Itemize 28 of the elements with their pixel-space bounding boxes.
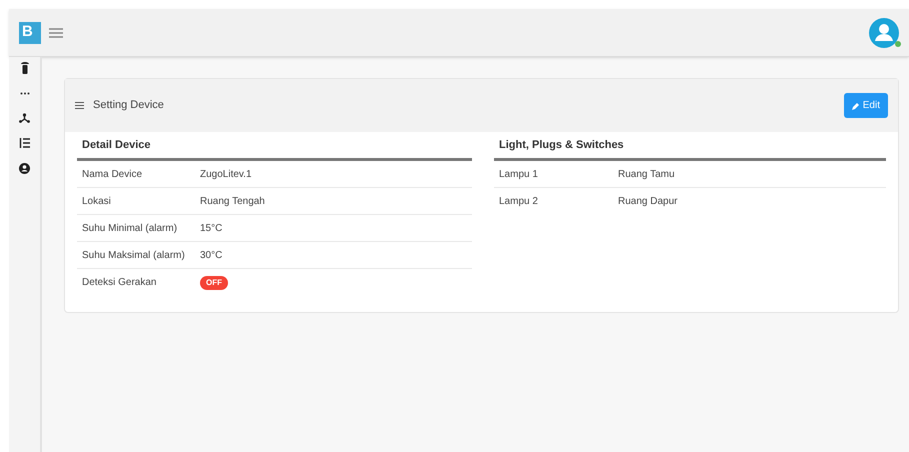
- user-icon[interactable]: [19, 162, 30, 174]
- row-value: Ruang Dapur: [618, 195, 678, 209]
- remote-icon[interactable]: [20, 62, 28, 74]
- menu-icon: [75, 102, 84, 109]
- row-label: Lampu 2: [499, 195, 539, 209]
- row-label: Lampu 1: [499, 168, 539, 182]
- row-label: Lokasi: [82, 194, 112, 208]
- row-value: Ruang Tamu: [618, 168, 675, 182]
- row-label: Nama Device: [82, 168, 144, 182]
- menu-icon[interactable]: [49, 28, 63, 38]
- row-label: Deteksi Gerakan: [82, 276, 158, 290]
- row-value: 15°C: [200, 222, 222, 236]
- toggle-badge: OFF: [200, 276, 228, 290]
- row-value: 30°C: [200, 248, 222, 262]
- list-icon[interactable]: [19, 138, 30, 148]
- panel-title: Setting Device: [93, 98, 164, 114]
- section-heading: Light, Plugs & Switches: [494, 132, 886, 161]
- section-heading: Detail Device: [77, 132, 472, 161]
- row-value: ZugoLitev.1: [200, 168, 252, 182]
- row-value: Ruang Tengah: [200, 194, 265, 208]
- row-label: Suhu Maksimal (alarm): [82, 248, 186, 262]
- edit-button[interactable]: Edit: [844, 93, 888, 118]
- more-icon[interactable]: [20, 92, 30, 94]
- pencil-icon: [852, 102, 860, 110]
- network-icon[interactable]: [19, 113, 30, 123]
- logo[interactable]: B: [19, 22, 41, 44]
- avatar[interactable]: [869, 18, 899, 48]
- row-label: Suhu Minimal (alarm): [82, 222, 178, 236]
